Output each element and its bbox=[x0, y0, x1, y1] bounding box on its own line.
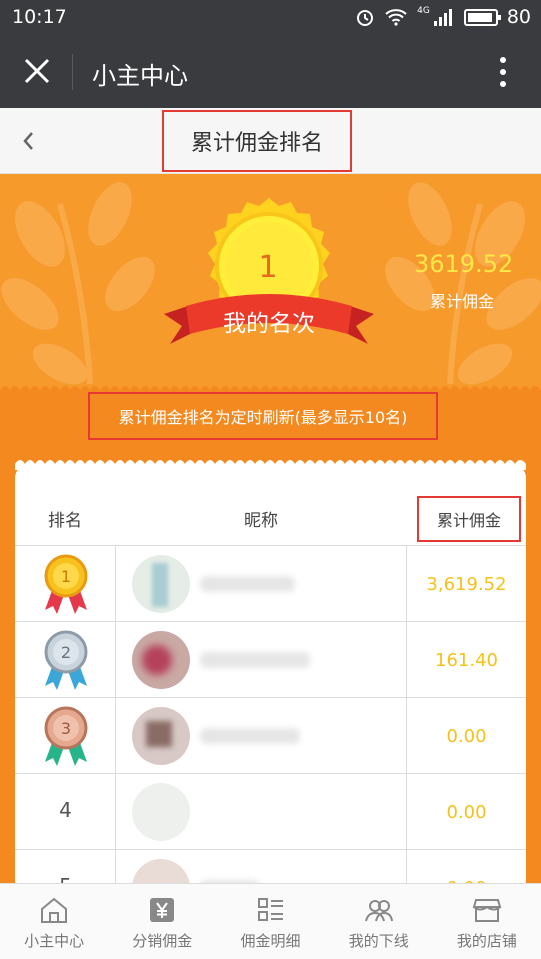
rank-number: 4 bbox=[59, 798, 72, 822]
amount-cell: 0.00 bbox=[446, 801, 487, 823]
nickname-cell bbox=[116, 698, 407, 774]
battery-icon bbox=[463, 8, 501, 26]
avatar bbox=[132, 631, 190, 689]
tab-commission[interactable]: 分销佣金 bbox=[108, 884, 216, 959]
list-icon bbox=[257, 898, 283, 921]
status-bar: 10:17 4G 80 bbox=[0, 0, 541, 36]
my-rank-label: 我的名次 bbox=[223, 311, 315, 337]
my-rank-number: 1 bbox=[258, 250, 278, 285]
tab-downline[interactable]: 我的下线 bbox=[325, 884, 433, 959]
status-icons: 4G 80 bbox=[355, 6, 531, 28]
table-row[interactable]: 3 0.00 bbox=[15, 698, 526, 774]
silver-medal-icon: 2 bbox=[44, 630, 88, 690]
store-icon bbox=[472, 899, 502, 922]
svg-text:1: 1 bbox=[61, 567, 71, 586]
tab-label: 分销佣金 bbox=[132, 932, 193, 950]
more-icon[interactable] bbox=[499, 56, 507, 88]
tab-home[interactable]: 小主中心 bbox=[0, 884, 108, 959]
table-row[interactable]: 1 3,619.52 bbox=[15, 546, 526, 622]
tab-label: 我的店铺 bbox=[456, 932, 517, 950]
amount-cell: 3,619.52 bbox=[426, 573, 507, 595]
svg-text:3: 3 bbox=[61, 719, 71, 738]
header-nickname: 昵称 bbox=[244, 511, 278, 531]
yen-icon bbox=[150, 898, 175, 922]
nav-divider bbox=[72, 54, 73, 90]
tab-store[interactable]: 我的店铺 bbox=[433, 884, 541, 959]
rank-hero: 1 我的名次 3619.52 累计佣金 bbox=[0, 174, 541, 390]
nickname-cell bbox=[116, 546, 407, 622]
svg-text:2: 2 bbox=[61, 643, 71, 662]
alarm-icon bbox=[357, 10, 374, 26]
avatar bbox=[132, 555, 190, 613]
ranking-table: 排名 昵称 累计佣金 1 3,619.52 2 161.40 3 0.00 4 … bbox=[15, 464, 526, 894]
nickname-blurred bbox=[200, 652, 310, 668]
total-commission-label: 累计佣金 bbox=[430, 292, 495, 311]
home-icon bbox=[41, 897, 68, 923]
users-icon bbox=[364, 900, 393, 922]
avatar bbox=[132, 783, 190, 841]
tab-label: 我的下线 bbox=[348, 932, 409, 950]
notice-area: 累计佣金排名为定时刷新(最多显示10名) bbox=[0, 390, 541, 460]
refresh-notice: 累计佣金排名为定时刷新(最多显示10名) bbox=[88, 392, 438, 440]
my-rank-badge: 1 我的名次 bbox=[164, 194, 374, 369]
nickname-cell bbox=[116, 622, 407, 698]
bronze-medal-icon: 3 bbox=[44, 706, 88, 766]
table-header: 排名 昵称 累计佣金 bbox=[15, 488, 526, 546]
nickname-blurred bbox=[200, 728, 300, 744]
status-time: 10:17 bbox=[12, 6, 67, 28]
network-type: 4G bbox=[417, 6, 430, 16]
rank-cell: 4 bbox=[15, 774, 116, 850]
rank-cell: 1 bbox=[15, 546, 116, 622]
signal-icon bbox=[433, 9, 452, 26]
amount-cell: 161.40 bbox=[435, 649, 498, 671]
close-icon[interactable] bbox=[22, 56, 52, 86]
wifi-icon bbox=[385, 9, 407, 26]
nickname-blurred bbox=[200, 576, 295, 592]
bottom-tab-bar: 小主中心 分销佣金 佣金明细 我的下线 我的店铺 bbox=[0, 883, 541, 959]
card-scallop bbox=[15, 460, 526, 470]
rank-cell: 3 bbox=[15, 698, 116, 774]
tab-details[interactable]: 佣金明细 bbox=[216, 884, 324, 959]
header-rank: 排名 bbox=[48, 511, 82, 531]
avatar bbox=[132, 707, 190, 765]
rank-cell: 2 bbox=[15, 622, 116, 698]
amount-cell: 0.00 bbox=[446, 725, 487, 747]
tab-label: 佣金明细 bbox=[240, 932, 301, 950]
gold-medal-icon: 1 bbox=[44, 554, 88, 614]
tab-label: 小主中心 bbox=[24, 932, 85, 950]
page-header: 累计佣金排名 bbox=[0, 108, 541, 174]
nav-title: 小主中心 bbox=[92, 62, 188, 90]
nav-bar: 小主中心 bbox=[0, 36, 541, 108]
table-row[interactable]: 4 0.00 bbox=[15, 774, 526, 850]
page-title: 累计佣金排名 bbox=[162, 110, 352, 172]
back-icon[interactable] bbox=[20, 129, 36, 153]
nickname-cell bbox=[116, 774, 407, 850]
battery-level: 80 bbox=[506, 6, 531, 28]
total-commission-amount: 3619.52 bbox=[414, 250, 514, 278]
header-amount: 累计佣金 bbox=[417, 496, 521, 542]
table-row[interactable]: 2 161.40 bbox=[15, 622, 526, 698]
